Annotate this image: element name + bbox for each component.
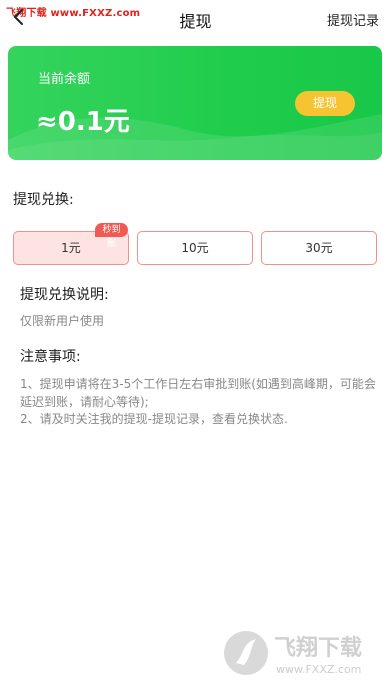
amount-options: 1元 秒到账 10元 30元: [13, 223, 381, 265]
notes-line-2: 2、请及时关注我的提现-提现记录，查看兑换状态.: [20, 412, 288, 426]
description-title: 提现兑换说明:: [20, 287, 109, 303]
instant-badge: 秒到账: [95, 223, 128, 249]
notes-line-1a: 1、提现申请将在3-5个工作日左右审批到账(如遇到高峰期，可能会: [20, 377, 376, 391]
withdraw-records-link[interactable]: 提现记录: [327, 10, 379, 29]
watermark-logo-url: www.FXXZ.com: [276, 663, 361, 676]
amount-option-10[interactable]: 10元: [137, 231, 253, 265]
amount-option-30[interactable]: 30元: [261, 231, 377, 265]
description-text: 仅限新用户使用: [20, 314, 105, 328]
balance-label: 当前余额: [38, 72, 91, 87]
balance-card: 当前余额 ≈0.1元 提现: [8, 46, 382, 160]
amount-option-label: 10元: [181, 241, 209, 255]
balance-value: ≈0.1元: [36, 107, 130, 137]
amount-option-1[interactable]: 1元 秒到账: [13, 223, 129, 265]
amount-option-label: 30元: [305, 241, 333, 255]
watermark-logo-text: 飞翔下载: [274, 635, 362, 661]
amount-option-label: 1元: [61, 241, 81, 255]
header: 提现 提现记录: [0, 0, 391, 36]
notes-title: 注意事项:: [20, 349, 81, 365]
withdraw-button[interactable]: 提现: [295, 91, 355, 116]
exchange-label: 提现兑换:: [13, 192, 74, 208]
watermark-logo: 飞翔下载 www.FXXZ.com: [224, 631, 362, 676]
